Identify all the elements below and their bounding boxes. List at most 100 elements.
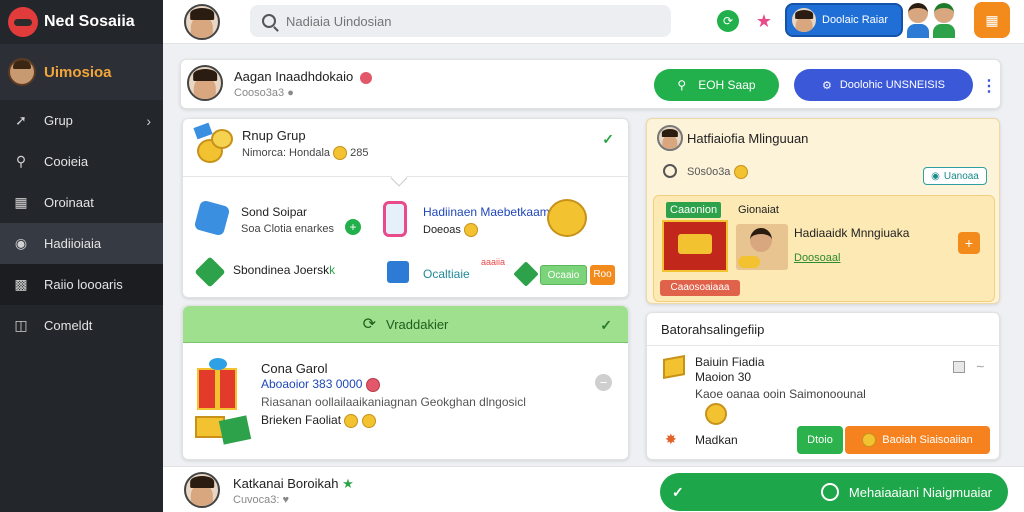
building-icon: ◫ (14, 317, 28, 333)
search-input[interactable] (286, 13, 646, 29)
search-icon: ⚲ (15, 153, 27, 169)
group-card: Rnup Grup Nimorca: Hondala 285 ✓ Sond So… (182, 118, 629, 298)
document-icon (383, 201, 407, 237)
coin-icon (344, 413, 359, 428)
camera-icon: ◉ (14, 235, 28, 251)
add-icon[interactable]: + (958, 232, 980, 254)
search-bar[interactable] (250, 5, 671, 37)
sparkle-icon: ✸ (665, 431, 677, 447)
mission-pill-label: Uanoaa (943, 170, 979, 182)
check-icon[interactable]: ✓ (602, 131, 614, 148)
sidebar-item-building[interactable]: ◫ Comeldt (0, 305, 163, 346)
sidebar-item-folder[interactable]: ▩ Raiio loooaris (0, 264, 163, 305)
post-meta: Cooso3a3 ● (234, 87, 294, 99)
main-action-button[interactable]: ✓ Mehaiaaiani Niaigmuaiar (660, 473, 1008, 511)
inventory-item-sub: Maoion 30 (695, 370, 752, 384)
mission-item-link[interactable]: Doosoaal (794, 252, 840, 264)
main-action-label: Mehaiaaiani Niaigmuaiar (848, 484, 992, 500)
coin-icon (862, 433, 877, 447)
status-badge[interactable]: Roo (590, 265, 615, 285)
coin-icon (705, 403, 727, 425)
mission-pill-button[interactable]: ◉ Uanoaa (923, 167, 987, 185)
check-icon[interactable]: ✓ (600, 317, 612, 334)
mission-tag: Caaonion (666, 202, 722, 218)
sidebar-item-label: Hadiioiaia (44, 236, 102, 251)
star-icon: ★ (342, 476, 354, 491)
cube-icon (387, 261, 409, 283)
caret-icon (390, 169, 408, 187)
avatar[interactable] (184, 472, 220, 508)
inventory-item-title: Baiuin Fiadia (695, 355, 765, 369)
coin-icon (333, 146, 348, 160)
search-action-button[interactable]: ⚲ EOH Saap (654, 69, 779, 101)
user-avatar (8, 58, 36, 86)
list-item-title: Ocaltiaie (423, 267, 470, 281)
mission-tag: Gionaiat (738, 204, 779, 216)
star-icon[interactable]: ★ (753, 10, 775, 32)
folder-icon: ▩ (14, 276, 28, 292)
sidebar-user-name: Uimosioa (44, 63, 112, 81)
bottom-bar: Katkanai Boroikah ★ Cuvoca3: ♥ ✓ Mehaiaa… (163, 466, 1024, 512)
more-icon[interactable]: ⋮ (981, 76, 997, 96)
orange-action-label: Baoiah Siaisoaiian (882, 434, 973, 446)
reward-card: ⟳ Vraddakier ✓ Cona Garol Aboaoior 383 0… (182, 305, 629, 460)
blue-action-button[interactable]: ⚙ Doolohic UNSNEISIS (794, 69, 973, 101)
reward-title: Cona Garol (261, 361, 328, 376)
flag-icon[interactable]: ▦ (974, 2, 1010, 38)
game-image (662, 220, 728, 272)
remove-icon[interactable]: − (595, 374, 612, 391)
checkbox[interactable] (953, 361, 965, 373)
arrow-icon: ➚ (15, 112, 27, 128)
search-action-label: EOH Saap (698, 78, 756, 92)
check-icon: ✓ (672, 483, 684, 500)
grid-icon: ▦ (14, 194, 28, 210)
reward-header[interactable]: ⟳ Vraddakier (183, 306, 628, 343)
list-item-sub: Doeoas (423, 223, 478, 237)
brand-logo-icon (8, 7, 38, 37)
sidebar-user[interactable]: Uimosioa (0, 44, 163, 100)
status-badge[interactable]: Ocaaio (540, 265, 587, 285)
sidebar-item-label: Comeldt (44, 318, 93, 333)
minimize-icon[interactable]: ∼ (976, 360, 985, 373)
add-icon[interactable]: + (345, 219, 361, 235)
sidebar-item-grup[interactable]: ➚ Grup › (0, 100, 163, 141)
mission-status-bar[interactable]: Caaosoaiaaa (660, 280, 740, 296)
avatar[interactable] (187, 65, 223, 101)
sidebar: Ned Sosaiia Uimosioa ➚ Grup › ⚲ Cooieia … (0, 0, 163, 512)
refresh-icon: ⟳ (362, 316, 376, 333)
sidebar-item-label: Grup (44, 113, 73, 128)
brand-name: Ned Sosaiia (44, 13, 135, 30)
group-subtitle: Nimorca: Hondala 285 (242, 146, 369, 160)
mission-inner-card[interactable]: Caaonion Gionaiat Hadiaaidk Mnngiuaka Do… (653, 195, 995, 302)
reward-footer: Brieken Faoliat (261, 413, 376, 428)
avatar (906, 3, 930, 39)
status-dot-icon (359, 71, 372, 84)
mission-title: Hatfiaiofia Mlinguuan (687, 131, 809, 146)
orange-action-button[interactable]: Baoiah Siaisoaiian (845, 426, 990, 454)
list-item-title: Hadiinaen Maebetkaamk (423, 205, 556, 219)
coin-icon (463, 223, 478, 237)
brand[interactable]: Ned Sosaiia (0, 0, 163, 44)
list-item-sub: Soa Clotia enarkes (241, 223, 334, 235)
gift-icon (195, 358, 252, 448)
reward-price: Aboaoior 383 0000 (261, 377, 380, 392)
green-action-button[interactable]: Dtoio (797, 426, 843, 454)
friends-avatars[interactable] (906, 3, 956, 39)
refresh-icon[interactable]: ⟳ (717, 10, 739, 32)
smile-icon (820, 483, 839, 501)
sidebar-item-grid[interactable]: ▦ Oroinaat (0, 182, 163, 223)
mission-card: Hatfiaiofia Mlinguuan S0s0o3a ◉ Uanoaa Ca… (646, 118, 1000, 304)
reward-header-label: Vraddakier (386, 316, 449, 332)
search-icon: ⚲ (677, 78, 687, 92)
sidebar-item-camera[interactable]: ◉ Hadiioiaia (0, 223, 163, 264)
avatar[interactable] (657, 125, 683, 151)
coins-icon (547, 199, 587, 237)
mission-item-title: Hadiaaidk Mnngiuaka (794, 226, 910, 240)
profile-label: Doolaic Raiar (822, 14, 889, 26)
post-header-card: Aagan Inaadhdokaio Cooso3a3 ● ⚲ EOH Saap… (180, 59, 1001, 109)
post-author: Aagan Inaadhdokaio (234, 69, 372, 84)
profile-button[interactable]: Doolaic Raiar (785, 3, 903, 37)
sidebar-item-search[interactable]: ⚲ Cooieia (0, 141, 163, 182)
clock-icon (663, 164, 677, 178)
avatar[interactable] (184, 4, 220, 40)
